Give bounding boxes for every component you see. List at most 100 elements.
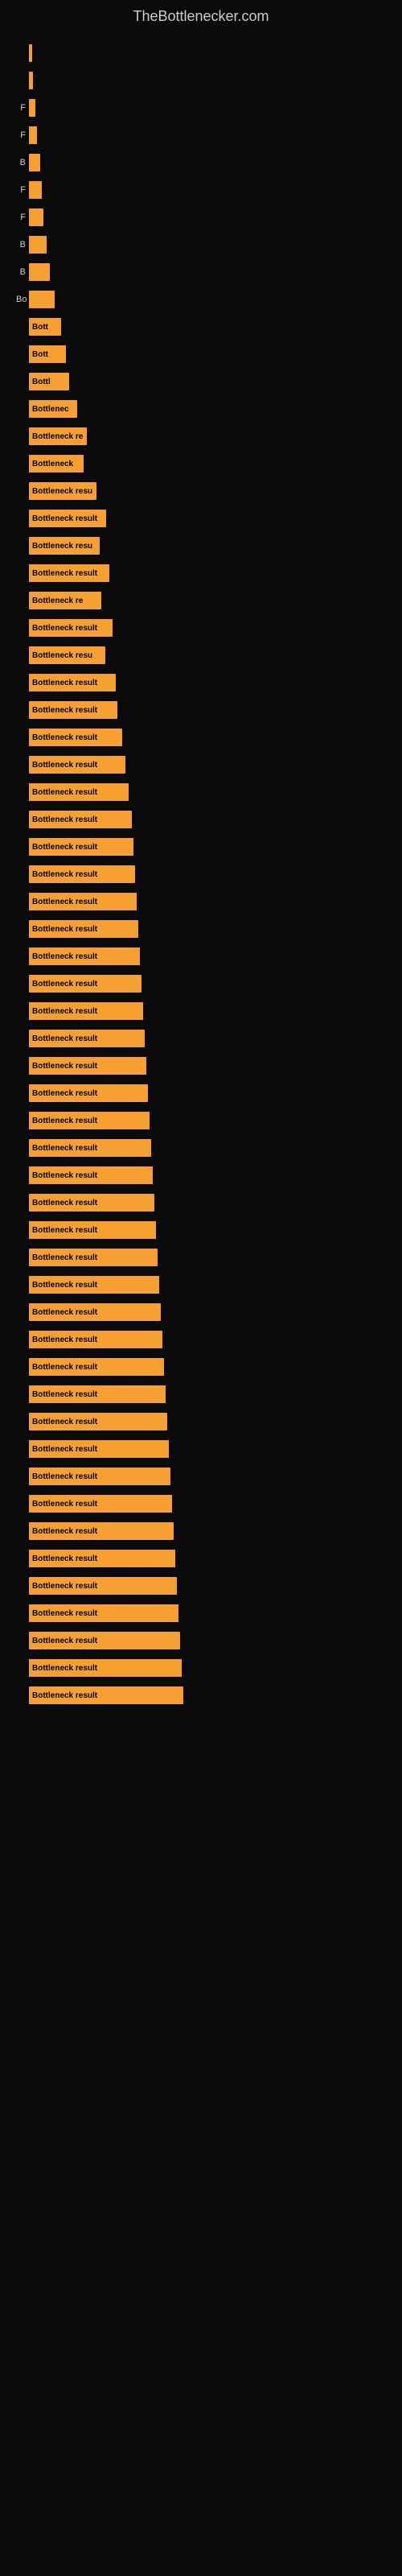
bar: Bottleneck result	[29, 510, 106, 527]
bar: Bottleneck re	[29, 592, 101, 609]
bar-row: Bottleneck result	[16, 1219, 386, 1241]
bar	[29, 236, 47, 254]
bar-row: F	[16, 97, 386, 119]
bar-row: Bottleneck result	[16, 945, 386, 968]
bar: Bottleneck result	[29, 1084, 148, 1102]
bar	[29, 44, 32, 62]
bar: Bott	[29, 345, 66, 363]
bar: Bottleneck result	[29, 701, 117, 719]
bar-text: Bottleneck resu	[29, 487, 92, 496]
site-header: TheBottlenecker.com	[0, 0, 402, 29]
bar-text: Bottleneck result	[29, 788, 97, 797]
bar: Bottleneck re	[29, 427, 87, 445]
bar-row: Bottl	[16, 370, 386, 393]
bar-row: Bottleneck result	[16, 1356, 386, 1378]
bar	[29, 126, 37, 144]
bar: Bottleneck resu	[29, 482, 96, 500]
bar-row: Bottleneck re	[16, 589, 386, 612]
bar-row: Bottleneck result	[16, 562, 386, 584]
bar: Bottleneck result	[29, 947, 140, 965]
bar-text: Bottleneck result	[29, 843, 97, 852]
bar: Bottleneck result	[29, 674, 116, 691]
bar-text: Bottleneck result	[29, 1226, 97, 1235]
bar-row: Bottleneck result	[16, 1492, 386, 1515]
bar-text: Bottleneck result	[29, 761, 97, 770]
bar: Bottleneck result	[29, 619, 113, 637]
bar-text: Bottleneck result	[29, 1527, 97, 1536]
bar: Bottleneck result	[29, 1550, 175, 1567]
bar-row: Bottleneck result	[16, 507, 386, 530]
bar-row: Bottleneck result	[16, 1657, 386, 1679]
bar-row: Bottleneck result	[16, 1027, 386, 1050]
bar-text: Bottleneck result	[29, 815, 97, 824]
chart-area: FFBFFBBBoBottBottBottlBottlenecBottlenec…	[0, 29, 402, 1719]
bar-row: Bottleneck resu	[16, 535, 386, 557]
bar-text: Bottleneck result	[29, 1007, 97, 1016]
bar: Bottleneck result	[29, 1577, 177, 1595]
bar: Bottleneck result	[29, 1358, 164, 1376]
bar-text: Bott	[29, 350, 48, 359]
bar-text: Bottleneck result	[29, 1171, 97, 1180]
bar-row	[16, 69, 386, 92]
bar-row: Bottleneck result	[16, 1520, 386, 1542]
bar-row: Bottleneck result	[16, 781, 386, 803]
bar-text: Bottleneck result	[29, 1144, 97, 1153]
bar-row: Bottleneck re	[16, 425, 386, 448]
bar-row: Bottleneck result	[16, 671, 386, 694]
bar-text: Bottleneck resu	[29, 651, 92, 660]
bar-row: F	[16, 124, 386, 147]
bar-row: Bottleneck result	[16, 1246, 386, 1269]
bar-row: Bottleneck result	[16, 726, 386, 749]
bar-axis-label: F	[16, 213, 26, 222]
bar-row: Bottleneck result	[16, 972, 386, 995]
bar-text: Bottlenec	[29, 405, 69, 414]
bar-row: Bott	[16, 316, 386, 338]
bar-row: Bottleneck result	[16, 1438, 386, 1460]
bar	[29, 181, 42, 199]
bar-text: Bottleneck result	[29, 1199, 97, 1208]
bar-row: Bottleneck result	[16, 808, 386, 831]
bar-row: B	[16, 233, 386, 256]
bar-row: Bottlenec	[16, 398, 386, 420]
bar-text: Bottleneck result	[29, 1418, 97, 1426]
bar: Bottleneck result	[29, 1686, 183, 1704]
bar: Bottleneck result	[29, 1468, 170, 1485]
bar-text: Bott	[29, 323, 48, 332]
bar-row: Bott	[16, 343, 386, 365]
bar: Bottleneck result	[29, 1112, 150, 1129]
bar: Bottleneck result	[29, 1331, 162, 1348]
bar-axis-label: F	[16, 103, 26, 113]
bar-row: F	[16, 206, 386, 229]
bar-row: Bottleneck result	[16, 1684, 386, 1707]
bar-row: Bottleneck result	[16, 863, 386, 886]
bar-row: Bottleneck result	[16, 1000, 386, 1022]
bar-row: F	[16, 179, 386, 201]
bar-row: Bottleneck result	[16, 1164, 386, 1187]
bar: Bottleneck result	[29, 1632, 180, 1649]
bar-text: Bottleneck result	[29, 706, 97, 715]
bar-row: Bottleneck result	[16, 617, 386, 639]
bar-text: Bottleneck result	[29, 1582, 97, 1591]
bar-row: Bottleneck result	[16, 1602, 386, 1624]
bar: Bottleneck result	[29, 1030, 145, 1047]
bar-text: Bottleneck result	[29, 1089, 97, 1098]
bar-text: Bottleneck result	[29, 1062, 97, 1071]
bar-axis-label: B	[16, 158, 26, 167]
bar-text: Bottleneck result	[29, 870, 97, 879]
bar-text: Bottleneck result	[29, 1445, 97, 1454]
bar-text: Bottleneck result	[29, 624, 97, 633]
page-container: TheBottlenecker.com FFBFFBBBoBottBottBot…	[0, 0, 402, 1719]
bar	[29, 263, 50, 281]
bar: Bottleneck resu	[29, 537, 100, 555]
bar	[29, 72, 33, 89]
bar-text: Bottleneck result	[29, 1390, 97, 1399]
bar: Bottleneck result	[29, 1385, 166, 1403]
bar-text: Bottleneck result	[29, 952, 97, 961]
bar: Bottleneck result	[29, 1166, 153, 1184]
bar-text: Bottleneck result	[29, 1335, 97, 1344]
bar-text: Bottleneck result	[29, 925, 97, 934]
bar: Bottleneck result	[29, 1249, 158, 1266]
bar: Bottleneck result	[29, 1303, 161, 1321]
bar: Bottleneck resu	[29, 646, 105, 664]
bar-text: Bottleneck result	[29, 1034, 97, 1043]
